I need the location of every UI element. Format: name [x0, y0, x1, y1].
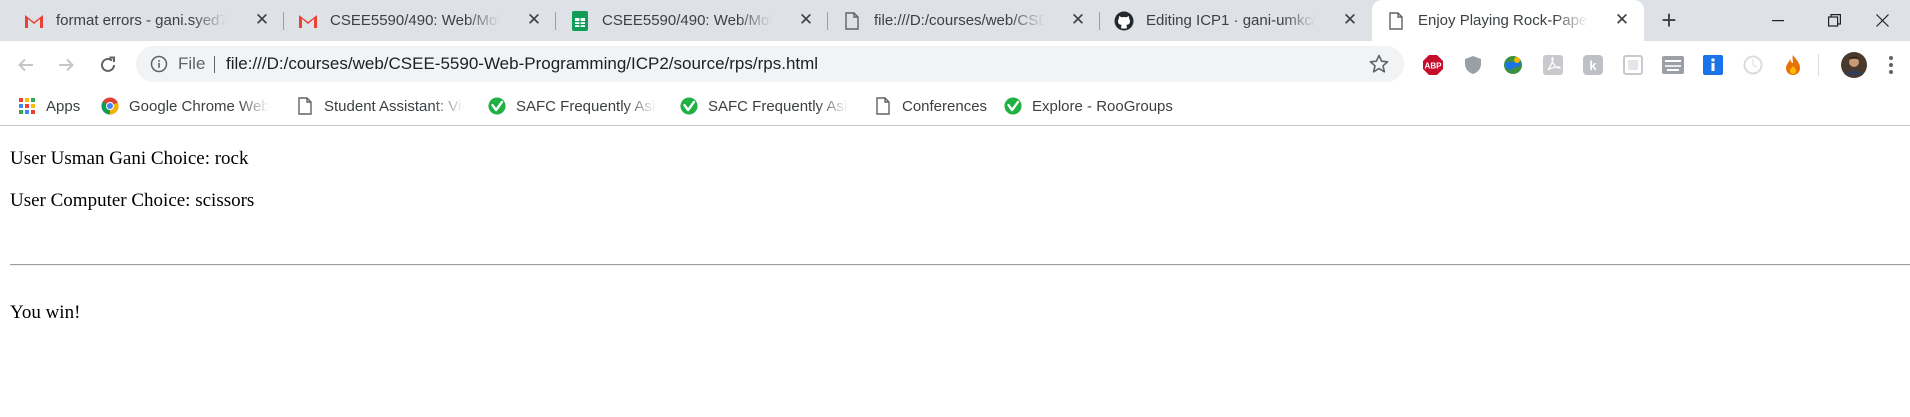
chrome-icon — [101, 97, 119, 115]
file-icon — [1386, 11, 1406, 31]
tab-strip: format errors - gani.syed786@ ✕ CSEE5590… — [0, 0, 1910, 41]
bookmark-safc-faq-2[interactable]: SAFC Frequently Aske — [680, 96, 848, 116]
page-icon — [874, 97, 892, 115]
bookmark-chrome-web-store[interactable]: Google Chrome Web — [101, 96, 269, 116]
page-content: User Usman Gani Choice: rock User Comput… — [0, 126, 1910, 417]
reload-button[interactable] — [94, 51, 122, 79]
check-circle-icon — [680, 97, 698, 115]
tab-gmail-format-errors[interactable]: format errors - gani.syed786@ ✕ — [0, 0, 284, 41]
bookmark-roogroups[interactable]: Explore - RooGroups — [1004, 96, 1173, 116]
check-circle-icon — [1004, 97, 1022, 115]
info-extension-icon[interactable] — [1702, 54, 1724, 76]
bookmark-label: Conferences — [902, 97, 988, 115]
earth-extension-icon[interactable] — [1502, 54, 1524, 76]
url-text[interactable]: file:///D:/courses/web/CSEE-5590-Web-Pro… — [226, 54, 818, 74]
k-extension-icon[interactable]: k — [1582, 54, 1604, 76]
computer-choice-text: User Computer Choice: scissors — [10, 190, 255, 211]
tab-title: CSEE5590/490: Web/Mobile Pr — [602, 12, 772, 29]
close-window-button[interactable] — [1854, 0, 1910, 41]
bookmark-apps[interactable]: Apps — [18, 96, 80, 116]
file-icon — [842, 11, 862, 31]
bookmark-label: Google Chrome Web — [129, 97, 269, 115]
check-circle-icon — [488, 97, 506, 115]
gmail-icon — [24, 11, 44, 31]
reload-icon — [101, 56, 115, 72]
bookmark-label: Explore - RooGroups — [1032, 97, 1173, 115]
result-text: You win! — [10, 302, 81, 323]
bookmarks-bar: Apps Google Chrome Web Student Assistant… — [0, 88, 1910, 126]
close-tab-icon[interactable]: ✕ — [1070, 11, 1086, 28]
gmail-icon — [298, 11, 318, 31]
keyboard-extension-icon[interactable] — [1662, 54, 1684, 76]
svg-text:k: k — [1589, 58, 1597, 73]
tab-title: format errors - gani.syed786@ — [56, 12, 226, 29]
new-tab-button[interactable]: + — [1656, 7, 1682, 34]
shield-icon[interactable] — [1462, 54, 1484, 76]
tab-title: Enjoy Playing Rock-Paper-Scis — [1418, 12, 1588, 29]
tab-title: file:///D:/courses/web/CSEE-55 — [874, 12, 1044, 29]
avatar-icon — [1841, 52, 1867, 78]
menu-button[interactable] — [1880, 54, 1902, 76]
close-icon — [1875, 14, 1889, 27]
close-tab-icon[interactable]: ✕ — [526, 11, 542, 28]
bookmark-label: SAFC Frequently Aske — [708, 97, 848, 115]
close-tab-icon[interactable]: ✕ — [254, 11, 270, 28]
svg-text:ABP: ABP — [1425, 62, 1443, 71]
tab-gmail-csee[interactable]: CSEE5590/490: Web/Mobile Pr ✕ — [284, 0, 556, 41]
bookmark-conferences[interactable]: Conferences — [874, 96, 987, 116]
tab-github-editing[interactable]: Editing ICP1 · gani-umkc/CSEE ✕ — [1100, 0, 1372, 41]
pdf-icon[interactable] — [1542, 54, 1564, 76]
bookmark-student-assistant[interactable]: Student Assistant: Vie — [296, 96, 464, 116]
user-choice-text: User Usman Gani Choice: rock — [10, 148, 249, 169]
grid-extension-icon[interactable] — [1622, 54, 1644, 76]
google-sheets-icon — [570, 10, 590, 31]
fire-extension-icon[interactable] — [1782, 54, 1804, 76]
minimize-button[interactable] — [1750, 0, 1806, 41]
tab-title: Editing ICP1 · gani-umkc/CSEE — [1146, 12, 1316, 29]
horizontal-rule — [10, 264, 1910, 266]
bookmark-label: Student Assistant: Vie — [324, 97, 464, 115]
forward-button[interactable] — [52, 51, 80, 79]
bookmark-label: SAFC Frequently Aske — [516, 97, 656, 115]
bookmark-safc-faq-1[interactable]: SAFC Frequently Aske — [488, 96, 656, 116]
url-scheme-label: File — [178, 54, 206, 73]
tab-sheets-csee[interactable]: CSEE5590/490: Web/Mobile Pr ✕ — [556, 0, 828, 41]
kebab-menu-icon — [1889, 56, 1893, 74]
arrow-left-icon — [18, 58, 33, 72]
tab-title: CSEE5590/490: Web/Mobile Pr — [330, 12, 500, 29]
github-icon — [1114, 11, 1134, 31]
tab-rock-paper-scissors[interactable]: Enjoy Playing Rock-Paper-Scis ✕ — [1372, 0, 1644, 41]
profile-avatar[interactable] — [1840, 51, 1868, 79]
restore-icon — [1827, 14, 1841, 27]
back-button[interactable] — [12, 51, 40, 79]
minimize-icon — [1772, 19, 1784, 21]
bookmark-label: Apps — [46, 97, 81, 115]
timer-extension-icon[interactable] — [1742, 54, 1764, 76]
browser-toolbar: File file:///D:/courses/web/CSEE-5590-We… — [0, 41, 1910, 88]
apps-grid-icon — [18, 97, 36, 115]
url-divider — [214, 56, 215, 73]
arrow-right-icon — [59, 58, 74, 72]
address-bar[interactable]: File file:///D:/courses/web/CSEE-5590-We… — [136, 46, 1404, 82]
toolbar-divider — [1818, 54, 1819, 76]
close-tab-icon[interactable]: ✕ — [798, 11, 814, 28]
adblock-plus-icon[interactable]: ABP — [1422, 54, 1444, 76]
close-tab-icon[interactable]: ✕ — [1342, 11, 1358, 28]
close-tab-icon[interactable]: ✕ — [1614, 11, 1630, 28]
info-icon[interactable] — [150, 55, 168, 73]
tab-file-courses[interactable]: file:///D:/courses/web/CSEE-55 ✕ — [828, 0, 1100, 41]
bookmark-star-icon[interactable] — [1368, 53, 1390, 75]
page-icon — [296, 97, 314, 115]
